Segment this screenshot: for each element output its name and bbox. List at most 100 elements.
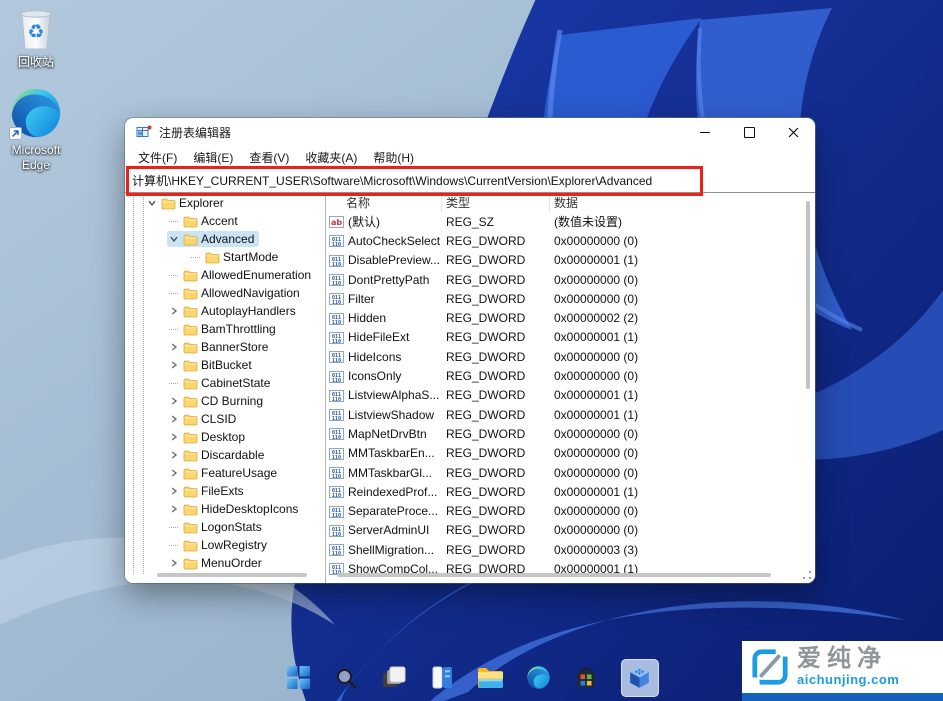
pane-divider[interactable] bbox=[325, 193, 326, 583]
column-header[interactable]: 类型 bbox=[442, 193, 550, 212]
edge-taskbar-icon[interactable] bbox=[525, 664, 552, 691]
registry-value-row[interactable]: 011110HideFileExtREG_DWORD0x00000001 (1) bbox=[327, 328, 800, 347]
tree-item[interactable]: MenuOrder bbox=[127, 554, 324, 572]
tree-item-inner: BitBucket bbox=[167, 357, 257, 373]
registry-value-row[interactable]: 011110ShellMigration...REG_DWORD0x000000… bbox=[327, 540, 800, 559]
value-type: REG_DWORD bbox=[442, 253, 550, 267]
chevron-right-icon[interactable] bbox=[168, 341, 180, 353]
tree-item[interactable]: AllowedNavigation bbox=[127, 284, 324, 302]
chevron-down-icon[interactable] bbox=[146, 197, 158, 209]
chevron-right-icon[interactable] bbox=[168, 431, 180, 443]
registry-value-row[interactable]: 011110IconsOnlyREG_DWORD0x00000000 (0) bbox=[327, 366, 800, 385]
list-horizontal-scrollbar[interactable] bbox=[337, 573, 771, 577]
window-title: 注册表编辑器 bbox=[159, 124, 231, 141]
start-taskbar-icon[interactable] bbox=[285, 664, 312, 691]
tree-item[interactable]: CLSID bbox=[127, 410, 324, 428]
column-header[interactable]: 名称 bbox=[327, 193, 442, 212]
tree-connector bbox=[168, 215, 180, 227]
tree-item[interactable]: FeatureUsage bbox=[127, 464, 324, 482]
folder-icon bbox=[183, 521, 198, 534]
registry-value-row[interactable]: 011110FilterREG_DWORD0x00000000 (0) bbox=[327, 289, 800, 308]
tree-item[interactable]: StartMode bbox=[127, 248, 324, 266]
reg-dword-icon: 011110 bbox=[329, 234, 344, 247]
tree-item[interactable]: Explorer bbox=[127, 194, 324, 212]
window-resize-grip[interactable] bbox=[803, 571, 811, 579]
svg-text:110: 110 bbox=[332, 281, 341, 286]
chevron-right-icon[interactable] bbox=[168, 305, 180, 317]
menu-item[interactable]: 帮助(H) bbox=[366, 147, 421, 168]
menu-item[interactable]: 文件(F) bbox=[131, 147, 184, 168]
tree-item[interactable]: LowRegistry bbox=[127, 536, 324, 554]
tree-item[interactable]: LogonStats bbox=[127, 518, 324, 536]
maximize-button[interactable] bbox=[727, 118, 771, 146]
tree-horizontal-scrollbar[interactable] bbox=[157, 573, 307, 577]
vertical-scrollbar[interactable] bbox=[804, 197, 812, 565]
tree-item[interactable]: Desktop bbox=[127, 428, 324, 446]
desktop-icon-recycle-bin[interactable]: ♻ 回收站 bbox=[0, 6, 72, 70]
registry-value-row[interactable]: 011110MMTaskbarEn...REG_DWORD0x00000000 … bbox=[327, 444, 800, 463]
tree-item[interactable]: Accent bbox=[127, 212, 324, 230]
close-button[interactable] bbox=[771, 118, 815, 146]
registry-value-row[interactable]: 011110DontPrettyPathREG_DWORD0x00000000 … bbox=[327, 270, 800, 289]
tree-connector bbox=[168, 377, 180, 389]
task-view-taskbar-icon[interactable] bbox=[381, 664, 408, 691]
value-data: 0x00000000 (0) bbox=[550, 234, 800, 248]
tree-item[interactable]: BannerStore bbox=[127, 338, 324, 356]
chevron-right-icon[interactable] bbox=[168, 395, 180, 407]
menu-item[interactable]: 编辑(E) bbox=[186, 147, 240, 168]
column-header[interactable]: 数据 bbox=[550, 193, 800, 212]
svg-text:110: 110 bbox=[332, 358, 341, 363]
recycle-bin-icon: ♻ bbox=[14, 6, 58, 52]
value-type: REG_DWORD bbox=[442, 234, 550, 248]
tree-item[interactable]: FileExts bbox=[127, 482, 324, 500]
registry-value-row[interactable]: 011110ReindexedProf...REG_DWORD0x0000000… bbox=[327, 482, 800, 501]
svg-text:110: 110 bbox=[332, 532, 341, 537]
address-bar[interactable]: 计算机\HKEY_CURRENT_USER\Software\Microsoft… bbox=[125, 168, 815, 193]
widgets-taskbar-icon[interactable] bbox=[429, 664, 456, 691]
registry-value-row[interactable]: 011110HiddenREG_DWORD0x00000002 (2) bbox=[327, 308, 800, 327]
registry-editor-taskbar-icon[interactable] bbox=[621, 659, 659, 697]
registry-value-row[interactable]: 011110MMTaskbarGl...REG_DWORD0x00000000 … bbox=[327, 463, 800, 482]
chevron-right-icon[interactable] bbox=[168, 503, 180, 515]
chevron-right-icon[interactable] bbox=[168, 449, 180, 461]
tree-item[interactable]: AutoplayHandlers bbox=[127, 302, 324, 320]
tree-item[interactable]: Discardable bbox=[127, 446, 324, 464]
file-explorer-taskbar-icon[interactable] bbox=[477, 664, 504, 691]
tree-item[interactable]: BitBucket bbox=[127, 356, 324, 374]
tree-item-inner: MenuOrder bbox=[167, 555, 267, 571]
registry-value-row[interactable]: 011110ListviewShadowREG_DWORD0x00000001 … bbox=[327, 405, 800, 424]
chevron-right-icon[interactable] bbox=[168, 485, 180, 497]
search-taskbar-icon[interactable] bbox=[333, 664, 360, 691]
registry-value-row[interactable]: 011110ServerAdminUIREG_DWORD0x00000000 (… bbox=[327, 521, 800, 540]
vertical-scrollbar-thumb[interactable] bbox=[806, 201, 810, 389]
tree-item[interactable]: CD Burning bbox=[127, 392, 324, 410]
window-titlebar[interactable]: 注册表编辑器 bbox=[125, 118, 815, 146]
tree-item[interactable]: AllowedEnumeration bbox=[127, 266, 324, 284]
menu-item[interactable]: 收藏夹(A) bbox=[298, 147, 364, 168]
chevron-right-icon[interactable] bbox=[168, 467, 180, 479]
microsoft-store-taskbar-icon[interactable] bbox=[573, 664, 600, 691]
tree-item[interactable]: BamThrottling bbox=[127, 320, 324, 338]
tree-item[interactable]: HideDesktopIcons bbox=[127, 500, 324, 518]
desktop-icon-edge[interactable]: Microsoft Edge bbox=[0, 86, 72, 173]
chevron-right-icon[interactable] bbox=[168, 557, 180, 569]
registry-value-row[interactable]: 011110HideIconsREG_DWORD0x00000000 (0) bbox=[327, 347, 800, 366]
value-type: REG_DWORD bbox=[442, 543, 550, 557]
svg-text:110: 110 bbox=[332, 242, 341, 247]
menu-item[interactable]: 查看(V) bbox=[242, 147, 296, 168]
registry-value-row[interactable]: 011110MapNetDrvBtnREG_DWORD0x00000000 (0… bbox=[327, 424, 800, 443]
chevron-down-icon[interactable] bbox=[168, 233, 180, 245]
chevron-right-icon[interactable] bbox=[168, 413, 180, 425]
value-data: 0x00000000 (0) bbox=[550, 369, 800, 383]
registry-value-row[interactable]: 011110AutoCheckSelectREG_DWORD0x00000000… bbox=[327, 231, 800, 250]
tree-item[interactable]: Advanced bbox=[127, 230, 324, 248]
tree-item-inner: LowRegistry bbox=[167, 537, 272, 553]
minimize-button[interactable] bbox=[683, 118, 727, 146]
registry-value-row[interactable]: 011110SeparateProce...REG_DWORD0x0000000… bbox=[327, 501, 800, 520]
registry-value-row[interactable]: 011110ListviewAlphaS...REG_DWORD0x000000… bbox=[327, 386, 800, 405]
registry-value-row[interactable]: ab(默认)REG_SZ(数值未设置) bbox=[327, 212, 800, 231]
registry-value-row[interactable]: 011110DisablePreview...REG_DWORD0x000000… bbox=[327, 251, 800, 270]
chevron-right-icon[interactable] bbox=[168, 359, 180, 371]
tree-item[interactable]: CabinetState bbox=[127, 374, 324, 392]
value-type: REG_SZ bbox=[442, 215, 550, 229]
